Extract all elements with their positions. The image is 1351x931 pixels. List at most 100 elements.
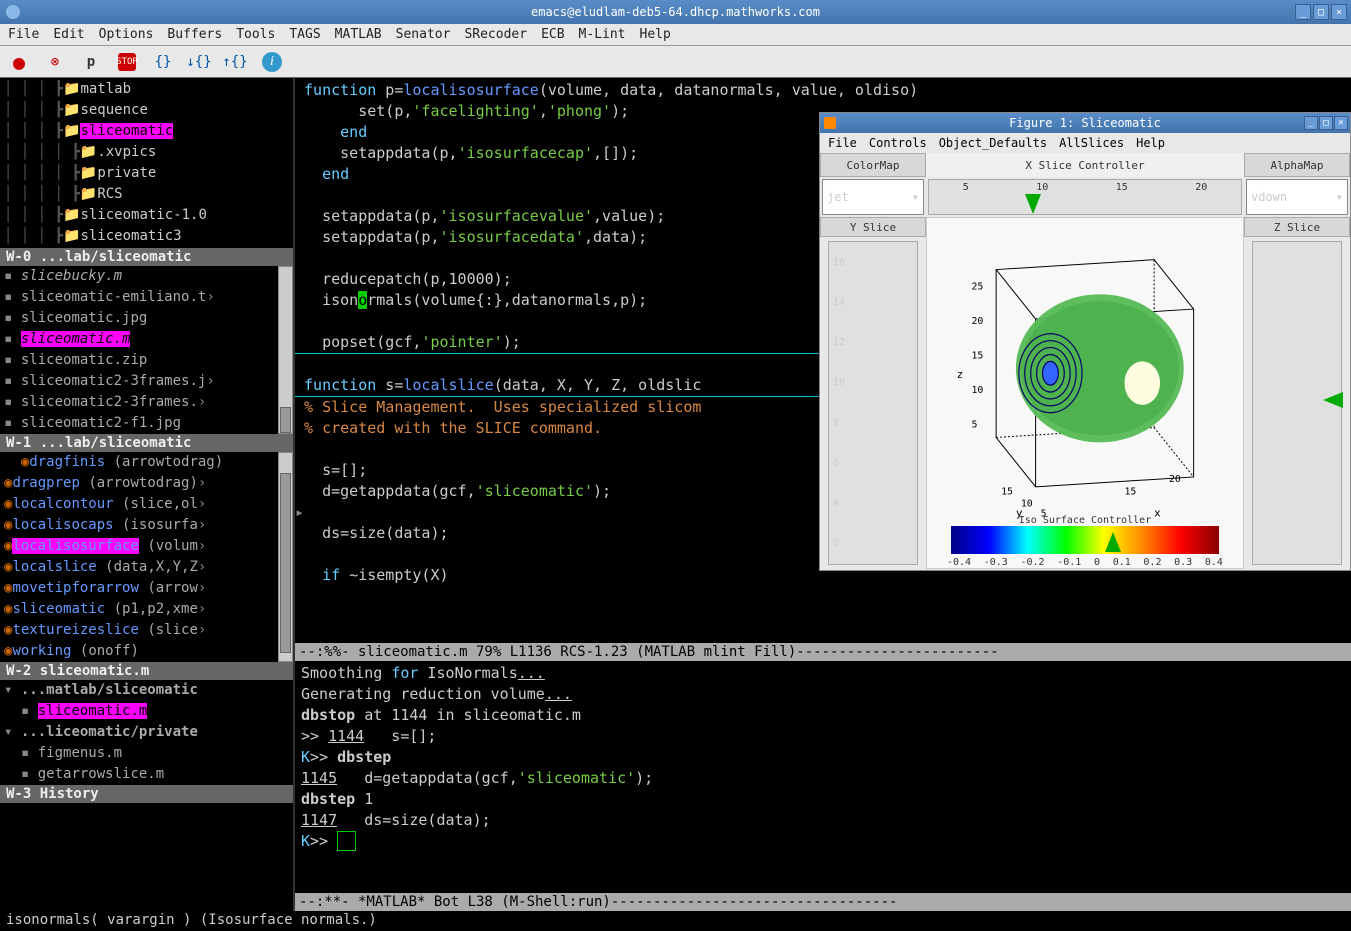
figmenu-help[interactable]: Help	[1136, 136, 1165, 150]
figmenu-allslices[interactable]: AllSlices	[1059, 136, 1124, 150]
matlab-figure-window[interactable]: Figure 1: Sliceomatic _ □ × File Controls…	[819, 112, 1351, 571]
ecb-sidebar: │ │ │ ┣📁matlab│ │ │ ┣📁sequence│ │ │ ┣📁sl…	[0, 78, 295, 911]
file-item[interactable]: ▪ sliceomatic2-3frames.›	[0, 392, 293, 413]
tree-item[interactable]: │ │ │ ┣📁sliceomatic-1.0	[0, 205, 293, 226]
func-item[interactable]: ◉localisocaps (isosurfa›	[0, 515, 293, 536]
figure-menubar[interactable]: File Controls Object_Defaults AllSlices Help	[820, 133, 1350, 153]
func-item[interactable]: ◉movetipforarrow (arrow›	[0, 578, 293, 599]
menu-senator[interactable]: Senator	[396, 27, 451, 42]
menu-help[interactable]: Help	[640, 27, 671, 42]
chevron-down-icon: ▾	[1336, 190, 1343, 204]
file-item[interactable]: ▪ sliceomatic.jpg	[0, 308, 293, 329]
func-item[interactable]: ◉textureizeslice (slice›	[0, 620, 293, 641]
file-item[interactable]: ▪ slicebucky.m	[0, 266, 293, 287]
colormap-label: ColorMap	[820, 153, 926, 177]
figmenu-controls[interactable]: Controls	[869, 136, 927, 150]
svg-text:20: 20	[1169, 474, 1181, 485]
step-icon[interactable]: {}	[154, 53, 172, 71]
tree-item[interactable]: │ │ │ ┣📁sequence	[0, 100, 293, 121]
menu-ecb[interactable]: ECB	[541, 27, 564, 42]
maximize-button[interactable]: □	[1313, 4, 1329, 20]
iso-colorbar[interactable]	[951, 526, 1219, 554]
file-list-0[interactable]: ▪ slicebucky.m▪ sliceomatic-emiliano.t›▪…	[0, 266, 293, 434]
svg-text:15: 15	[971, 350, 983, 361]
section-w2: W-2 sliceomatic.m	[0, 662, 293, 680]
file-item[interactable]: ▪ sliceomatic.m	[0, 329, 293, 350]
svg-text:20: 20	[971, 316, 983, 327]
fig-maximize-button[interactable]: □	[1319, 116, 1333, 130]
file-item[interactable]: ▪ sliceomatic-emiliano.t›	[0, 287, 293, 308]
menu-matlab[interactable]: MATLAB	[335, 27, 382, 42]
func-item[interactable]: ◉working (onoff)	[0, 641, 293, 662]
section-w0: W-0 ...lab/sliceomatic	[0, 248, 293, 266]
stop-icon[interactable]: ⊗	[46, 53, 64, 71]
window-titlebar: emacs@eludlam-deb5-64.dhcp.mathworks.com…	[0, 0, 1351, 24]
pause-icon[interactable]: p	[82, 53, 100, 71]
tree-item[interactable]: │ │ │ │ ┣📁.xvpics	[0, 142, 293, 163]
file-item[interactable]: ▪ sliceomatic.m	[0, 701, 293, 722]
z-slice-controller[interactable]: Z Slice	[1244, 217, 1350, 569]
svg-text:25: 25	[971, 281, 983, 292]
y-slice-controller[interactable]: Y Slice 246810121416	[820, 217, 926, 569]
step-in-icon[interactable]: ↓{}	[190, 53, 208, 71]
menu-tools[interactable]: Tools	[236, 27, 275, 42]
func-item[interactable]: ◉localslice (data,X,Y,Z›	[0, 557, 293, 578]
section-w1: W-1 ...lab/sliceomatic	[0, 434, 293, 452]
file-item[interactable]: ▪ sliceomatic2-f1.jpg	[0, 413, 293, 434]
matlab-shell[interactable]: Smoothing for IsoNormals... Generating r…	[295, 661, 1351, 893]
tree-item[interactable]: │ │ │ ┣📁sliceomatic	[0, 121, 293, 142]
menu-srecoder[interactable]: SRecoder	[464, 27, 527, 42]
menu-buffers[interactable]: Buffers	[167, 27, 222, 42]
step-out-icon[interactable]: ↑{}	[226, 53, 244, 71]
chevron-down-icon: ▾	[912, 190, 919, 204]
func-item[interactable]: ◉dragfinis (arrowtodrag)	[0, 452, 293, 473]
file-list-2[interactable]: ▾ ...matlab/sliceomatic ▪ sliceomatic.m▾…	[0, 680, 293, 785]
iso-arrow-icon[interactable]	[1105, 532, 1121, 552]
tree-item[interactable]: │ │ │ ┣📁sliceomatic3	[0, 226, 293, 247]
colormap-select[interactable]: jet▾	[822, 179, 924, 215]
figmenu-file[interactable]: File	[828, 136, 857, 150]
func-item[interactable]: ◉sliceomatic (p1,p2,xme›	[0, 599, 293, 620]
section-w3: W-3 History	[0, 785, 293, 803]
func-item[interactable]: ◉dragprep (arrowtodrag)›	[0, 473, 293, 494]
fig-close-button[interactable]: ×	[1334, 116, 1348, 130]
func-item[interactable]: ◉localisosurface (volum›	[0, 536, 293, 557]
file-item[interactable]: ▪ getarrowslice.m	[0, 764, 293, 785]
tree-item[interactable]: │ │ │ │ ┣📁RCS	[0, 184, 293, 205]
menu-edit[interactable]: Edit	[53, 27, 84, 42]
file-item[interactable]: ▪ sliceomatic.zip	[0, 350, 293, 371]
xslice-label: X Slice Controller	[926, 153, 1244, 177]
main-3d-plot[interactable]: z y x 25 20 15 10 5 15 10 5 20 15	[926, 217, 1244, 569]
alphamap-select[interactable]: vdown▾	[1246, 179, 1348, 215]
file-item[interactable]: ▾ ...liceomatic/private	[0, 722, 293, 743]
tree-item[interactable]: │ │ │ ┣📁matlab	[0, 79, 293, 100]
x-slice-controller[interactable]: 5101520	[928, 179, 1242, 215]
directory-tree[interactable]: │ │ │ ┣📁matlab│ │ │ ┣📁sequence│ │ │ ┣📁sl…	[0, 78, 293, 248]
figure-titlebar: Figure 1: Sliceomatic _ □ ×	[820, 113, 1350, 133]
menu-tags[interactable]: TAGS	[289, 27, 320, 42]
record-icon[interactable]: ●	[10, 53, 28, 71]
figmenu-object_defaults[interactable]: Object_Defaults	[939, 136, 1047, 150]
menu-options[interactable]: Options	[99, 27, 154, 42]
close-button[interactable]: ×	[1331, 4, 1347, 20]
svg-text:15: 15	[1125, 487, 1137, 498]
menu-file[interactable]: File	[8, 27, 39, 42]
tree-item[interactable]: │ │ │ │ ┣📁private	[0, 163, 293, 184]
x-slice-arrow-icon[interactable]	[1025, 194, 1041, 214]
fig-minimize-button[interactable]: _	[1304, 116, 1318, 130]
func-item[interactable]: ◉localcontour (slice,ol›	[0, 494, 293, 515]
iso-controller-label: Iso Surface Controller	[927, 515, 1243, 526]
svg-text:z: z	[957, 368, 964, 381]
z-slice-arrow-icon[interactable]	[1323, 392, 1343, 408]
minimize-button[interactable]: _	[1295, 4, 1311, 20]
svg-text:10: 10	[1021, 499, 1033, 510]
function-list[interactable]: ◉dragfinis (arrowtodrag)◉dragprep (arrow…	[0, 452, 293, 662]
file-item[interactable]: ▪ sliceomatic2-3frames.j›	[0, 371, 293, 392]
minibuffer[interactable]: isonormals( varargin ) (Isosurface norma…	[0, 911, 1351, 931]
stop-sign-icon[interactable]: STOP	[118, 53, 136, 71]
file-item[interactable]: ▪ figmenus.m	[0, 743, 293, 764]
menu-m-lint[interactable]: M-Lint	[579, 27, 626, 42]
title-text: emacs@eludlam-deb5-64.dhcp.mathworks.com	[531, 5, 820, 19]
file-item[interactable]: ▾ ...matlab/sliceomatic	[0, 680, 293, 701]
info-icon[interactable]: i	[262, 52, 282, 72]
